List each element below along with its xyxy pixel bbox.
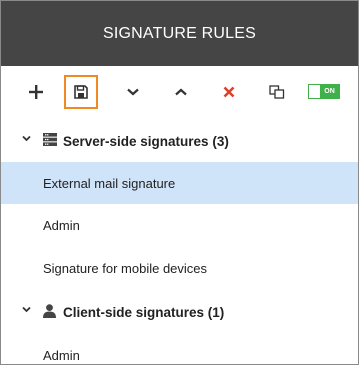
- item-label: Admin: [43, 347, 80, 363]
- item-label: External mail signature: [43, 175, 176, 191]
- copy-icon: [269, 85, 285, 99]
- list-item[interactable]: External mail signature: [1, 162, 358, 204]
- close-icon: [223, 86, 235, 98]
- delete-button[interactable]: [212, 75, 246, 109]
- panel-header: SIGNATURE RULES: [1, 1, 358, 66]
- toggle-knob: [309, 85, 320, 98]
- chevron-down-icon: [22, 135, 31, 142]
- list-item[interactable]: Admin: [1, 334, 358, 364]
- plus-icon: [29, 85, 43, 99]
- move-up-button[interactable]: [164, 75, 198, 109]
- group-label: Client-side signatures (1): [63, 304, 225, 320]
- save-button[interactable]: [64, 75, 98, 109]
- signature-rules-panel: SIGNATURE RULES ON Server-side signature…: [0, 0, 359, 365]
- list-item[interactable]: Signature for mobile devices: [1, 247, 358, 289]
- item-label: Signature for mobile devices: [43, 260, 208, 276]
- copy-button[interactable]: [260, 75, 294, 109]
- save-icon: [74, 85, 88, 99]
- user-icon: [43, 304, 56, 318]
- item-label: Admin: [43, 217, 80, 233]
- toolbar: ON: [1, 66, 358, 120]
- chevron-down-icon: [22, 306, 31, 313]
- panel-title: SIGNATURE RULES: [103, 24, 256, 42]
- toggle-label: ON: [320, 85, 339, 98]
- server-icon: [43, 133, 57, 146]
- chevron-down-icon: [127, 88, 139, 96]
- group-server-side[interactable]: Server-side signatures (3): [1, 120, 358, 162]
- group-label: Server-side signatures (3): [63, 133, 229, 149]
- move-down-button[interactable]: [116, 75, 150, 109]
- enable-toggle[interactable]: ON: [308, 84, 340, 99]
- chevron-up-icon: [175, 88, 187, 96]
- list-item[interactable]: Admin: [1, 204, 358, 246]
- group-client-side[interactable]: Client-side signatures (1): [1, 291, 358, 333]
- add-button[interactable]: [19, 75, 53, 109]
